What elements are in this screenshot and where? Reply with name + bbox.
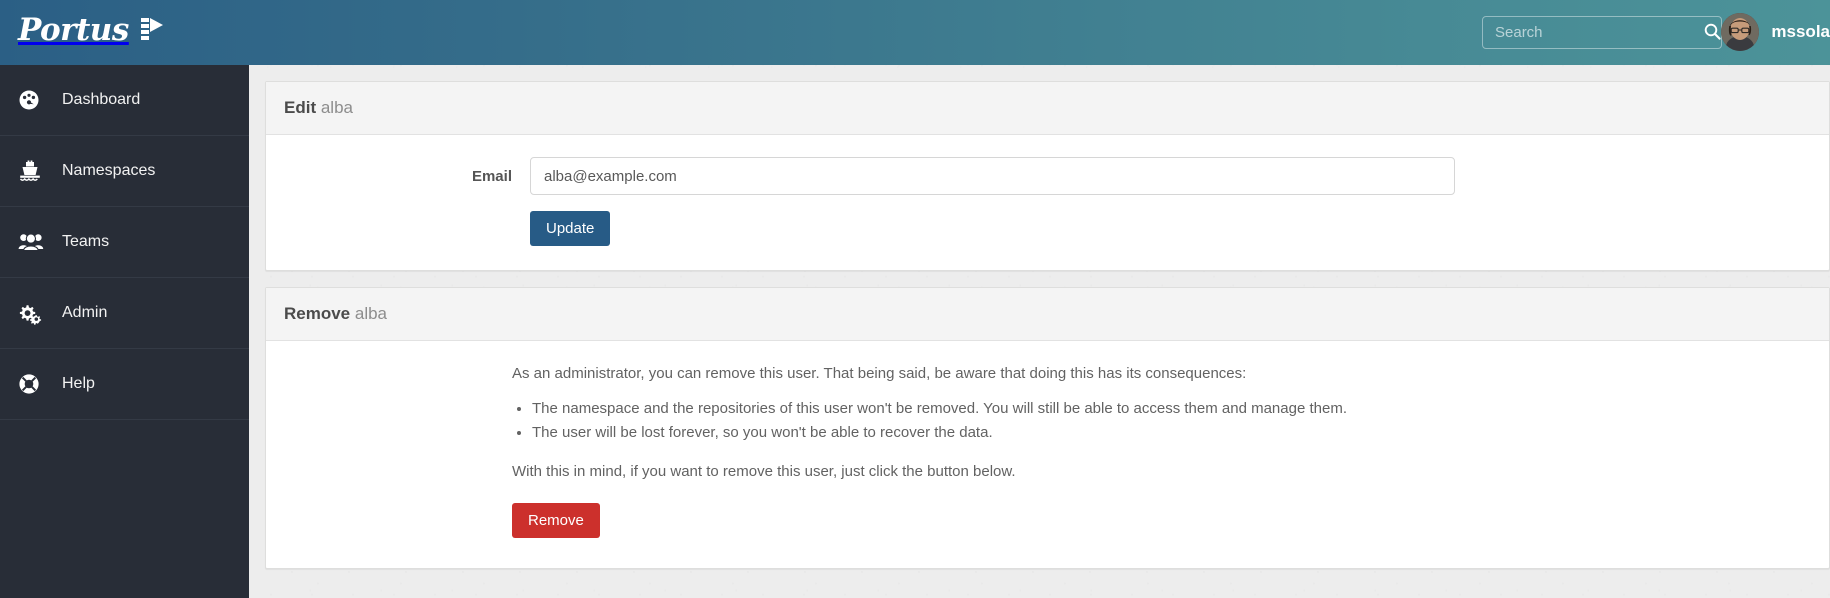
email-field[interactable] <box>530 157 1455 195</box>
sidebar-item-admin[interactable]: Admin <box>0 278 249 349</box>
lighthouse-icon <box>138 15 164 48</box>
edit-panel-heading: Edit alba <box>266 82 1829 135</box>
sidebar-item-label: Namespaces <box>62 162 156 179</box>
sidebar-item-namespaces[interactable]: Namespaces <box>0 136 249 207</box>
edit-panel-username: alba <box>320 98 353 117</box>
users-group-icon <box>18 232 52 252</box>
edit-form-actions: Update <box>284 211 1811 246</box>
ship-icon <box>18 160 52 182</box>
search-icon <box>1704 23 1721 43</box>
sidebar-nav: Dashboard Namespaces Teams Admin Help <box>0 65 249 598</box>
remove-user-panel: Remove alba As an administrator, you can… <box>265 287 1830 570</box>
sidebar-item-label: Dashboard <box>62 91 141 108</box>
remove-panel-title: Remove <box>284 304 351 323</box>
avatar <box>1721 13 1760 51</box>
list-item: The user will be lost forever, so you wo… <box>532 421 1811 445</box>
remove-outro-text: With this in mind, if you want to remove… <box>512 463 1016 481</box>
list-item: The namespace and the repositories of th… <box>532 397 1811 421</box>
search-submit-button[interactable] <box>1704 17 1721 48</box>
gears-icon <box>18 302 52 325</box>
edit-panel-title: Edit <box>284 98 317 117</box>
sidebar-item-dashboard[interactable]: Dashboard <box>0 65 249 136</box>
search-input[interactable] <box>1483 24 1704 41</box>
remove-actions: Remove <box>512 503 1811 539</box>
email-label: Email <box>471 167 512 185</box>
remove-button[interactable]: Remove <box>512 503 600 539</box>
sidebar-item-label: Help <box>62 375 95 392</box>
search-box[interactable] <box>1482 16 1722 49</box>
dashboard-gauge-icon <box>18 89 52 111</box>
remove-panel-username: alba <box>354 304 388 323</box>
top-header-bar: Portus Search mssola <box>0 0 1830 65</box>
edit-user-panel: Edit alba Email Update <box>265 81 1830 271</box>
remove-panel-heading: Remove alba <box>266 288 1829 341</box>
sidebar-item-teams[interactable]: Teams <box>0 207 249 278</box>
username-label: mssola <box>1771 22 1830 41</box>
update-button[interactable]: Update <box>530 211 611 246</box>
email-form-row: Email <box>284 157 1811 195</box>
edit-panel-body: Email Update <box>266 135 1829 270</box>
sidebar-item-label: Admin <box>62 304 108 321</box>
main-content: Edit alba Email Update Remove alba As an… <box>249 65 1830 598</box>
brand-logo-link[interactable]: Portus <box>18 9 164 53</box>
remove-consequences-list: The namespace and the repositories of th… <box>532 397 1811 446</box>
sidebar-item-help[interactable]: Help <box>0 349 249 420</box>
life-ring-icon <box>18 373 52 395</box>
user-menu[interactable]: mssola <box>1721 10 1830 54</box>
remove-intro-text: As an administrator, you can remove this… <box>512 365 1247 382</box>
remove-panel-body: As an administrator, you can remove this… <box>266 341 1829 568</box>
brand-name: Portus <box>18 11 129 48</box>
sidebar-item-label: Teams <box>62 233 110 250</box>
